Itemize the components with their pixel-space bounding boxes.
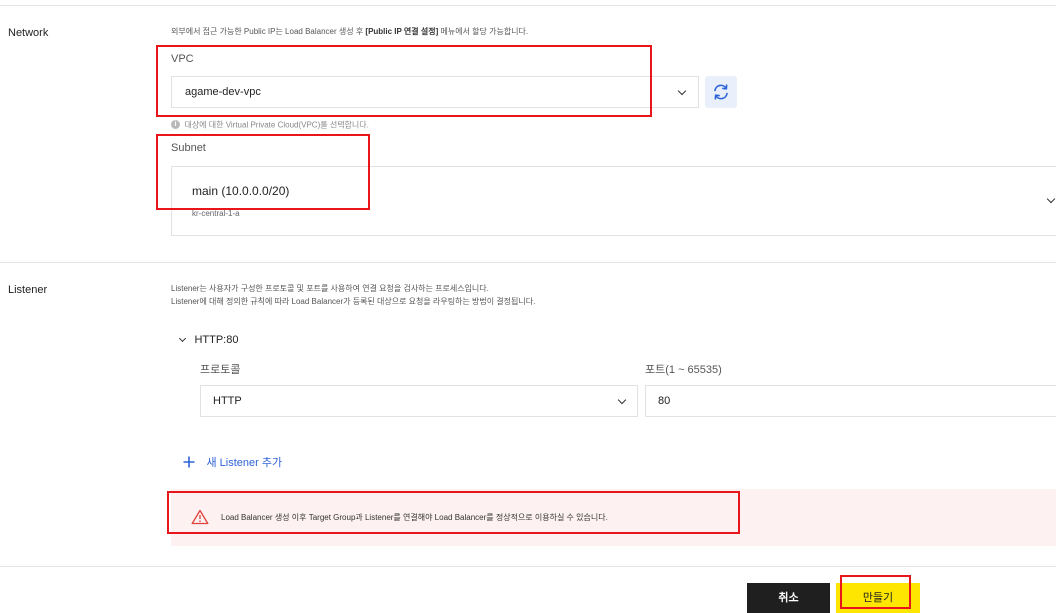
network-section-label: Network xyxy=(8,27,49,39)
listener-item-toggle[interactable]: HTTP:80 xyxy=(178,330,239,348)
subnet-label: Subnet xyxy=(171,142,206,154)
subnet-selected-zone: kr-central-1-a xyxy=(192,209,240,218)
create-button[interactable]: 만들기 xyxy=(836,583,920,613)
warning-banner: Load Balancer 생성 이후 Target Group과 Listen… xyxy=(171,489,1056,546)
vpc-select[interactable]: agame-dev-vpc xyxy=(171,76,699,108)
listener-item-title: HTTP:80 xyxy=(194,334,239,346)
port-input[interactable]: 80 xyxy=(645,385,1056,417)
listener-section-label: Listener xyxy=(8,284,48,296)
network-description: 외부에서 접근 가능한 Public IP는 Load Balancer 생성 … xyxy=(171,27,529,36)
chevron-down-icon xyxy=(677,86,687,96)
vpc-hint: i 대상에 대한 Virtual Private Cloud(VPC)를 선택합… xyxy=(171,116,369,134)
warning-text: Load Balancer 생성 이후 Target Group과 Listen… xyxy=(221,513,608,522)
add-listener-label: 새 Listener 추가 xyxy=(206,456,283,469)
info-icon: i xyxy=(171,120,180,130)
warning-icon xyxy=(191,509,209,525)
refresh-vpc-button[interactable] xyxy=(705,76,737,108)
vpc-label: VPC xyxy=(171,53,194,65)
footer-divider xyxy=(0,566,1056,567)
protocol-select[interactable]: HTTP xyxy=(200,385,638,417)
cancel-button[interactable]: 취소 xyxy=(747,583,830,613)
vpc-selected-value: agame-dev-vpc xyxy=(185,86,261,98)
protocol-selected-value: HTTP xyxy=(213,395,242,407)
network-divider xyxy=(0,262,1056,263)
subnet-select[interactable]: main (10.0.0.0/20) kr-central-1-a xyxy=(171,166,1056,236)
chevron-down-icon xyxy=(617,395,627,405)
plus-icon xyxy=(183,456,195,468)
top-divider xyxy=(0,5,1056,6)
port-value: 80 xyxy=(658,395,671,407)
chevron-down-icon xyxy=(178,334,187,343)
port-label: 포트(1 ~ 65535) xyxy=(645,364,722,376)
refresh-icon xyxy=(714,84,728,100)
chevron-down-icon xyxy=(1046,194,1056,204)
listener-description: Listener는 사용자가 구성한 프로토콜 및 포트를 사용하여 연결 요청… xyxy=(171,284,536,306)
protocol-label: 프로토콜 xyxy=(200,364,241,376)
subnet-selected-name: main (10.0.0.0/20) xyxy=(192,184,290,198)
add-listener-button[interactable]: 새 Listener 추가 xyxy=(182,453,282,471)
